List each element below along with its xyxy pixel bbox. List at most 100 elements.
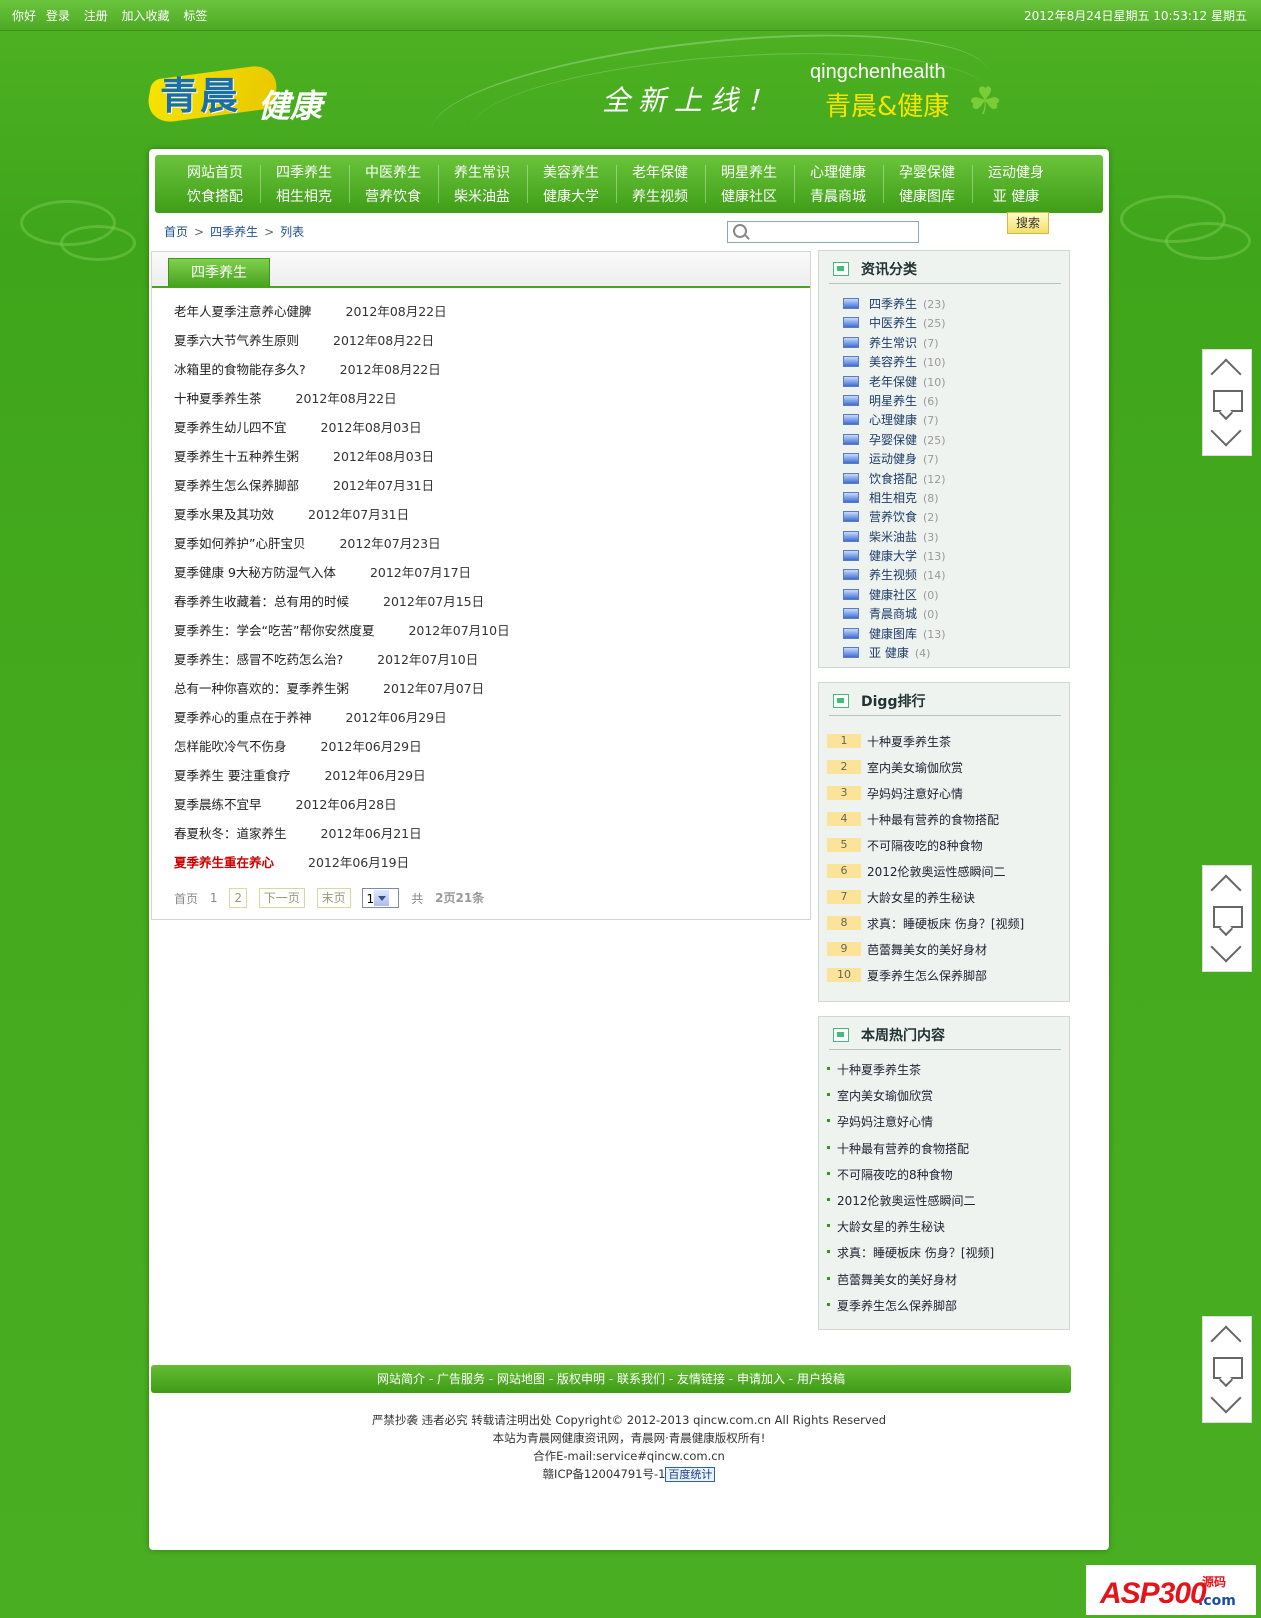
- footer-link[interactable]: 网站地图: [497, 1372, 545, 1386]
- article-title-link[interactable]: 夏季养生：学会“吃苦”帮你安然度夏: [174, 623, 374, 638]
- article-title-link[interactable]: 怎样能吹冷气不伤身: [174, 739, 287, 754]
- category-link[interactable]: 明星养生: [869, 394, 917, 408]
- footer-link[interactable]: 用户投稿: [797, 1372, 845, 1386]
- article-title-link[interactable]: 夏季养生幼儿四不宜: [174, 420, 287, 435]
- pager-select[interactable]: 1: [362, 888, 400, 908]
- category-link[interactable]: 营养饮食: [869, 510, 917, 524]
- chevron-up-icon[interactable]: [1210, 874, 1242, 906]
- digg-link[interactable]: 大龄女星的养生秘诀: [867, 891, 975, 905]
- footer-link[interactable]: 友情链接: [677, 1372, 725, 1386]
- category-link[interactable]: 健康大学: [869, 549, 917, 563]
- pager-first[interactable]: 首页: [174, 890, 198, 907]
- article-title-link[interactable]: 春季养生收藏着：总有用的时候: [174, 594, 349, 609]
- article-title-link[interactable]: 夏季如何养护”心肝宝贝: [174, 536, 305, 551]
- digg-link[interactable]: 求真：睡硬板床 伤身？[视频]: [867, 917, 1024, 931]
- hot-link[interactable]: 芭蕾舞美女的美好身材: [837, 1273, 957, 1287]
- article-title-link[interactable]: 春夏秋冬：道家养生: [174, 826, 287, 841]
- category-link[interactable]: 运动健身: [869, 452, 917, 466]
- digg-link[interactable]: 孕妈妈注意好心情: [867, 787, 963, 801]
- hot-link[interactable]: 十种夏季养生茶: [837, 1063, 921, 1077]
- nav-item[interactable]: 健康图库: [881, 185, 973, 209]
- nav-item[interactable]: 饮食搭配: [169, 185, 261, 209]
- article-title-link[interactable]: 夏季六大节气养生原则: [174, 333, 299, 348]
- hot-link[interactable]: 不可隔夜吃的8种食物: [837, 1168, 953, 1182]
- category-link[interactable]: 健康社区: [869, 588, 917, 602]
- site-logo[interactable]: 青晨 健康: [143, 51, 350, 126]
- breadcrumb-current[interactable]: 列表: [280, 225, 304, 239]
- category-link[interactable]: 心理健康: [869, 413, 917, 427]
- breadcrumb-home[interactable]: 首页: [164, 225, 188, 239]
- category-link[interactable]: 孕婴保健: [869, 433, 917, 447]
- category-link[interactable]: 养生视频: [869, 568, 917, 582]
- tab-category[interactable]: 四季养生: [168, 258, 270, 287]
- digg-link[interactable]: 十种最有营养的食物搭配: [867, 813, 999, 827]
- digg-link[interactable]: 芭蕾舞美女的美好身材: [867, 943, 987, 957]
- digg-link[interactable]: 不可隔夜吃的8种食物: [867, 839, 983, 853]
- chevron-up-icon[interactable]: [1210, 358, 1242, 390]
- nav-item[interactable]: 网站首页: [169, 161, 261, 185]
- pager-last[interactable]: 末页: [316, 888, 351, 908]
- digg-link[interactable]: 2012伦敦奥运性感瞬间二: [867, 865, 1006, 879]
- article-title-link[interactable]: 夏季晨练不宜早: [174, 797, 262, 812]
- breadcrumb-category[interactable]: 四季养生: [210, 225, 258, 239]
- pager-page-2[interactable]: 2: [229, 888, 247, 908]
- category-link[interactable]: 美容养生: [869, 355, 917, 369]
- footer-link[interactable]: 申请加入: [737, 1372, 785, 1386]
- category-link[interactable]: 中医养生: [869, 316, 917, 330]
- article-title-link[interactable]: 老年人夏季注意养心健脾: [174, 304, 312, 319]
- article-title-link[interactable]: 冰箱里的食物能存多久?: [174, 362, 306, 377]
- hot-link[interactable]: 室内美女瑜伽欣赏: [837, 1089, 933, 1103]
- nav-item[interactable]: 老年保健: [614, 161, 706, 185]
- article-title-link[interactable]: 夏季养心的重点在于养神: [174, 710, 312, 725]
- article-title-link[interactable]: 夏季养生 要注重食疗: [174, 768, 290, 783]
- search-input[interactable]: [752, 222, 916, 242]
- category-link[interactable]: 养生常识: [869, 336, 917, 350]
- nav-item[interactable]: 相生相克: [258, 185, 350, 209]
- pager-next[interactable]: 下一页: [258, 888, 305, 908]
- nav-item[interactable]: 青晨商城: [792, 185, 884, 209]
- comment-icon[interactable]: [1213, 1357, 1243, 1379]
- footer-link[interactable]: 联系我们: [617, 1372, 665, 1386]
- hot-link[interactable]: 孕妈妈注意好心情: [837, 1115, 933, 1129]
- hot-link[interactable]: 求真：睡硬板床 伤身？[视频]: [837, 1246, 994, 1260]
- footer-link[interactable]: 版权申明: [557, 1372, 605, 1386]
- article-title-link[interactable]: 总有一种你喜欢的：夏季养生粥: [174, 681, 349, 696]
- article-title-link[interactable]: 夏季健康 9大秘方防湿气入体: [174, 565, 336, 580]
- article-title-link[interactable]: 夏季养生：感冒不吃药怎么治?: [174, 652, 343, 667]
- nav-item[interactable]: 四季养生: [258, 161, 350, 185]
- login-link[interactable]: 登录: [46, 9, 70, 23]
- nav-item[interactable]: 中医养生: [347, 161, 439, 185]
- article-title-link[interactable]: 夏季养生怎么保养脚部: [174, 478, 299, 493]
- nav-item[interactable]: 亚 健康: [970, 185, 1062, 209]
- category-link[interactable]: 健康图库: [869, 627, 917, 641]
- article-title-link[interactable]: 夏季养生重在养心: [174, 855, 274, 870]
- stat-badge[interactable]: 百度统计: [665, 1467, 716, 1482]
- comment-icon[interactable]: [1213, 906, 1243, 928]
- hot-link[interactable]: 大龄女星的养生秘诀: [837, 1220, 945, 1234]
- chevron-down-icon[interactable]: [1210, 1382, 1242, 1414]
- nav-item[interactable]: 明星养生: [703, 161, 795, 185]
- nav-item[interactable]: 运动健身: [970, 161, 1062, 185]
- category-link[interactable]: 亚 健康: [869, 646, 909, 660]
- comment-icon[interactable]: [1213, 390, 1243, 412]
- hot-link[interactable]: 十种最有营养的食物搭配: [837, 1142, 969, 1156]
- nav-item[interactable]: 柴米油盐: [436, 185, 528, 209]
- nav-item[interactable]: 健康社区: [703, 185, 795, 209]
- category-link[interactable]: 老年保健: [869, 375, 917, 389]
- nav-item[interactable]: 营养饮食: [347, 185, 439, 209]
- nav-item[interactable]: 心理健康: [792, 161, 884, 185]
- register-link[interactable]: 注册: [84, 9, 108, 23]
- digg-link[interactable]: 室内美女瑜伽欣赏: [867, 761, 963, 775]
- category-link[interactable]: 青晨商城: [869, 607, 917, 621]
- nav-item[interactable]: 养生常识: [436, 161, 528, 185]
- nav-item[interactable]: 孕婴保健: [881, 161, 973, 185]
- chevron-down-icon[interactable]: [1210, 931, 1242, 963]
- footer-link[interactable]: 广告服务: [437, 1372, 485, 1386]
- nav-item[interactable]: 养生视频: [614, 185, 706, 209]
- hot-link[interactable]: 夏季养生怎么保养脚部: [837, 1299, 957, 1313]
- category-link[interactable]: 相生相克: [869, 491, 917, 505]
- article-title-link[interactable]: 十种夏季养生茶: [174, 391, 262, 406]
- category-link[interactable]: 柴米油盐: [869, 530, 917, 544]
- chevron-up-icon[interactable]: [1210, 1325, 1242, 1357]
- search-button[interactable]: 搜索: [1007, 212, 1049, 234]
